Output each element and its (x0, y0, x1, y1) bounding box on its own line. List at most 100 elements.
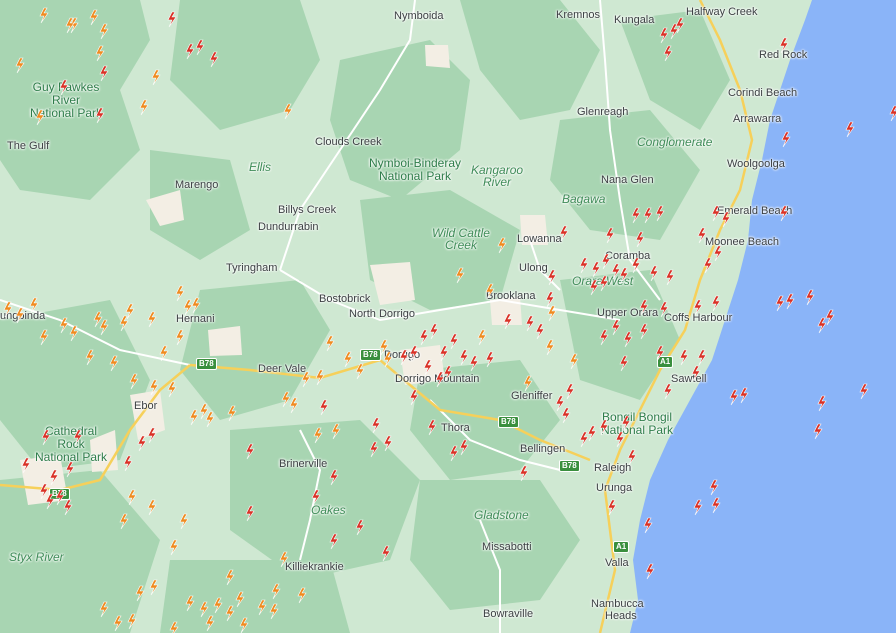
lightning-strike-icon[interactable] (199, 403, 209, 420)
lightning-strike-icon[interactable] (269, 603, 279, 620)
lightning-strike-icon[interactable] (109, 355, 119, 372)
lightning-strike-icon[interactable] (95, 107, 105, 124)
lightning-strike-icon[interactable] (289, 397, 299, 414)
lightning-strike-icon[interactable] (805, 289, 815, 306)
lightning-strike-icon[interactable] (371, 417, 381, 434)
lightning-strike-icon[interactable] (535, 323, 545, 340)
lightning-strike-icon[interactable] (627, 449, 637, 466)
lightning-strike-icon[interactable] (423, 359, 433, 376)
lightning-strike-icon[interactable] (139, 99, 149, 116)
lightning-strike-icon[interactable] (409, 345, 419, 362)
lightning-strike-icon[interactable] (185, 43, 195, 60)
lightning-strike-icon[interactable] (693, 299, 703, 316)
lightning-strike-icon[interactable] (199, 601, 209, 618)
lightning-strike-icon[interactable] (711, 295, 721, 312)
lightning-strike-icon[interactable] (631, 207, 641, 224)
lightning-strike-icon[interactable] (561, 407, 571, 424)
lightning-strike-icon[interactable] (659, 301, 669, 318)
lightning-strike-icon[interactable] (519, 465, 529, 482)
lightning-strike-icon[interactable] (693, 499, 703, 516)
lightning-strike-icon[interactable] (599, 329, 609, 346)
lightning-strike-icon[interactable] (329, 469, 339, 486)
lightning-strike-icon[interactable] (257, 599, 267, 616)
lightning-strike-icon[interactable] (149, 379, 159, 396)
lightning-strike-icon[interactable] (691, 365, 701, 382)
lightning-strike-icon[interactable] (427, 419, 437, 436)
lightning-strike-icon[interactable] (455, 267, 465, 284)
lightning-strike-icon[interactable] (355, 519, 365, 536)
lightning-strike-icon[interactable] (599, 419, 609, 436)
lightning-strike-icon[interactable] (127, 613, 137, 630)
lightning-strike-icon[interactable] (709, 479, 719, 496)
lightning-strike-icon[interactable] (297, 587, 307, 604)
lightning-strike-icon[interactable] (721, 211, 731, 228)
lightning-strike-icon[interactable] (383, 351, 393, 368)
lightning-strike-icon[interactable] (655, 205, 665, 222)
lightning-strike-icon[interactable] (859, 383, 869, 400)
lightning-strike-icon[interactable] (169, 621, 179, 633)
lightning-strike-icon[interactable] (449, 333, 459, 350)
lightning-strike-icon[interactable] (59, 79, 69, 96)
lightning-strike-icon[interactable] (151, 69, 161, 86)
lightning-strike-icon[interactable] (205, 615, 215, 632)
lightning-strike-icon[interactable] (825, 309, 835, 326)
lightning-strike-icon[interactable] (129, 373, 139, 390)
lightning-strike-icon[interactable] (235, 591, 245, 608)
lightning-strike-icon[interactable] (621, 415, 631, 432)
lightning-strike-icon[interactable] (45, 493, 55, 510)
lightning-strike-icon[interactable] (459, 349, 469, 366)
lightning-strike-icon[interactable] (227, 405, 237, 422)
lightning-strike-icon[interactable] (643, 207, 653, 224)
lightning-strike-icon[interactable] (525, 315, 535, 332)
lightning-strike-icon[interactable] (591, 261, 601, 278)
lightning-strike-icon[interactable] (477, 329, 487, 346)
lightning-strike-icon[interactable] (813, 423, 823, 440)
lightning-strike-icon[interactable] (147, 427, 157, 444)
lightning-strike-icon[interactable] (775, 295, 785, 312)
lightning-strike-icon[interactable] (659, 27, 669, 44)
lightning-strike-icon[interactable] (195, 39, 205, 56)
lightning-strike-icon[interactable] (319, 399, 329, 416)
lightning-strike-icon[interactable] (601, 253, 611, 270)
lightning-strike-icon[interactable] (579, 431, 589, 448)
lightning-strike-icon[interactable] (123, 455, 133, 472)
lightning-strike-icon[interactable] (545, 291, 555, 308)
lightning-strike-icon[interactable] (697, 227, 707, 244)
lightning-strike-icon[interactable] (315, 369, 325, 386)
lightning-strike-icon[interactable] (469, 355, 479, 372)
lightning-strike-icon[interactable] (63, 499, 73, 516)
lightning-strike-icon[interactable] (271, 583, 281, 600)
lightning-strike-icon[interactable] (497, 237, 507, 254)
lightning-strike-icon[interactable] (183, 299, 193, 316)
lightning-strike-icon[interactable] (523, 375, 533, 392)
lightning-strike-icon[interactable] (119, 513, 129, 530)
lightning-strike-icon[interactable] (55, 489, 65, 506)
lightning-strike-icon[interactable] (209, 51, 219, 68)
lightning-strike-icon[interactable] (205, 411, 215, 428)
lightning-strike-icon[interactable] (279, 551, 289, 568)
lightning-strike-icon[interactable] (711, 205, 721, 222)
lightning-strike-icon[interactable] (703, 257, 713, 274)
lightning-strike-icon[interactable] (137, 435, 147, 452)
lightning-strike-icon[interactable] (167, 381, 177, 398)
lightning-strike-icon[interactable] (485, 283, 495, 300)
lightning-strike-icon[interactable] (29, 297, 39, 314)
lightning-strike-icon[interactable] (59, 317, 69, 334)
lightning-strike-icon[interactable] (619, 267, 629, 284)
lightning-strike-icon[interactable] (739, 387, 749, 404)
lightning-strike-icon[interactable] (779, 205, 789, 222)
lightning-strike-icon[interactable] (643, 517, 653, 534)
lightning-strike-icon[interactable] (439, 345, 449, 362)
lightning-strike-icon[interactable] (89, 9, 99, 26)
lightning-strike-icon[interactable] (325, 335, 335, 352)
lightning-strike-icon[interactable] (383, 435, 393, 452)
lightning-strike-icon[interactable] (65, 461, 75, 478)
lightning-strike-icon[interactable] (99, 23, 109, 40)
lightning-strike-icon[interactable] (569, 353, 579, 370)
lightning-strike-icon[interactable] (49, 469, 59, 486)
lightning-strike-icon[interactable] (213, 597, 223, 614)
lightning-strike-icon[interactable] (239, 617, 249, 633)
lightning-strike-icon[interactable] (191, 297, 201, 314)
lightning-strike-icon[interactable] (485, 351, 495, 368)
lightning-strike-icon[interactable] (679, 349, 689, 366)
